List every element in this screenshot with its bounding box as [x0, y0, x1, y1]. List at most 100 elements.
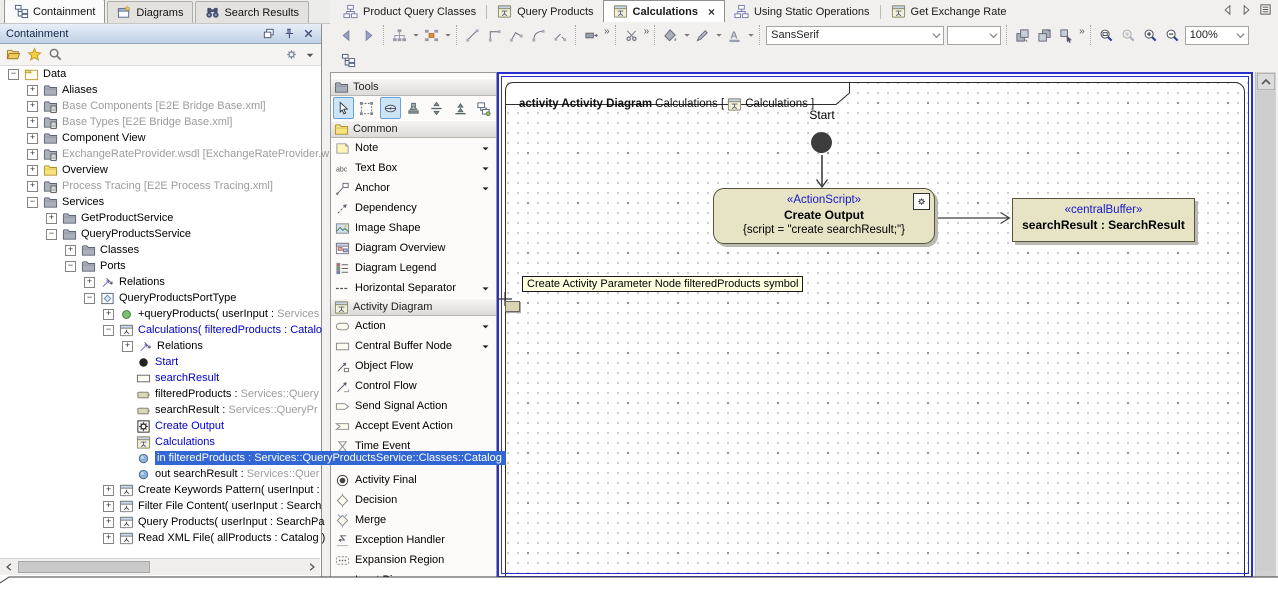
display-mode-button[interactable] [581, 25, 602, 46]
select-related-button[interactable] [1056, 25, 1077, 46]
caret-down-icon[interactable] [682, 31, 691, 39]
expand-icon[interactable]: + [103, 517, 114, 528]
expand-icon[interactable]: + [27, 133, 38, 144]
tree-row[interactable]: −QueryProductsPortType [0, 290, 402, 306]
diagram-tab-get-exchange-rate[interactable]: Get Exchange Rate [882, 1, 1016, 22]
tree-row[interactable]: +Query Products( userInput : SearchPa [0, 514, 421, 530]
cut-scissors-button[interactable] [621, 25, 642, 46]
tree-row[interactable]: +Read XML File( allProducts : Catalog ) [0, 530, 421, 546]
caret-down-icon[interactable] [411, 31, 420, 39]
zoom-in-button[interactable] [1140, 25, 1161, 46]
expand-icon[interactable]: + [27, 117, 38, 128]
tree-row[interactable]: Create Output [0, 418, 440, 434]
caret-down-icon[interactable] [305, 50, 315, 60]
font-family-combo[interactable]: SansSerif [766, 26, 944, 45]
caret-down-icon[interactable] [714, 31, 723, 39]
path-straight-button[interactable] [462, 25, 483, 46]
scrollbar-thumb[interactable] [1257, 91, 1275, 571]
compress-vertical-tool-button[interactable] [426, 97, 447, 119]
scroll-up-button[interactable] [1257, 73, 1275, 90]
overflow-chevron-icon[interactable]: » [1079, 26, 1085, 37]
tree-row[interactable]: +Overview [0, 162, 345, 178]
tree-row[interactable]: +Component View [0, 130, 345, 146]
tree-row[interactable]: +Classes [0, 242, 383, 258]
activity-frame-header[interactable]: activity Activity Diagram Calculations [… [505, 82, 851, 105]
group-remove-button[interactable] [1034, 25, 1055, 46]
vertical-scrollbar[interactable] [1255, 72, 1276, 578]
close-tab-icon[interactable]: × [708, 7, 715, 17]
diagram-tab-query-products[interactable]: Query Products [488, 1, 602, 22]
sticky-path-tool-button[interactable] [380, 97, 401, 119]
diagram-tab-using-static-operations[interactable]: Using Static Operations [725, 1, 879, 22]
zoom-out-button[interactable] [1162, 25, 1183, 46]
tree-row[interactable]: −Services [0, 194, 345, 210]
tree-row[interactable]: −Ports [0, 258, 383, 274]
action-node-create-output[interactable]: «ActionScript» Create Output {script = "… [713, 188, 935, 244]
expand-icon[interactable]: + [103, 309, 114, 320]
path-custom-button[interactable] [550, 25, 571, 46]
tree-row[interactable]: +Relations [0, 274, 402, 290]
layout-quick-button[interactable] [421, 25, 442, 46]
zoom-fit-button[interactable] [1118, 25, 1139, 46]
expand-icon[interactable]: + [27, 101, 38, 112]
expand-icon[interactable]: + [46, 213, 57, 224]
tree-row[interactable]: Calculations [0, 434, 440, 450]
collapse-icon[interactable]: − [103, 325, 114, 336]
collapse-icon[interactable]: − [27, 197, 38, 208]
palette-item-anchor[interactable]: Anchor [331, 178, 496, 198]
expand-icon[interactable]: + [27, 85, 38, 96]
expand-icon[interactable]: + [27, 181, 38, 192]
caret-down-icon[interactable] [481, 184, 490, 193]
scrollbar-thumb[interactable] [18, 561, 150, 573]
font-color-button[interactable]: A [724, 25, 745, 46]
close-panel-icon[interactable] [302, 27, 315, 40]
tree-row[interactable]: filteredProducts : Services::Query [0, 386, 440, 402]
rect-select-tool-button[interactable] [356, 97, 377, 119]
tree-row[interactable]: +Aliases [0, 82, 345, 98]
caret-down-icon[interactable] [481, 144, 490, 153]
path-curved-button[interactable] [528, 25, 549, 46]
horizontal-scrollbar[interactable] [0, 558, 320, 575]
palette-item-expansion-region[interactable]: Expansion Region [331, 550, 496, 570]
tree-row[interactable]: in filteredProducts : Services::QueryPro… [0, 450, 440, 466]
tree-row[interactable]: +Base Types [E2E Bridge Base.xml] [0, 114, 345, 130]
caret-down-icon[interactable] [443, 31, 452, 39]
palette-section-tools[interactable]: Tools [331, 78, 496, 96]
overflow-chevron-icon[interactable]: » [604, 26, 610, 37]
caret-down-icon[interactable] [746, 31, 755, 39]
tree-row[interactable]: +Filter File Content( userInput : Search [0, 498, 421, 514]
diagram-tab-product-query-classes[interactable]: Product Query Classes [334, 1, 485, 22]
tree-row[interactable]: searchResult : Services::QueryPr [0, 402, 440, 418]
central-buffer-node[interactable]: «centralBuffer» searchResult : SearchRes… [1012, 198, 1195, 242]
containment-nav-button[interactable] [338, 50, 359, 71]
tree-row[interactable]: −Calculations( filteredProducts : Catalo [0, 322, 421, 338]
zoom-region-button[interactable] [1096, 25, 1117, 46]
tree-row[interactable]: −Data [0, 66, 326, 82]
group-add-button[interactable] [1012, 25, 1033, 46]
line-color-button[interactable] [692, 25, 713, 46]
collapse-icon[interactable]: − [8, 69, 19, 80]
activity-frame[interactable] [505, 82, 1245, 578]
tree-row[interactable]: out searchResult : Services::Quer [0, 466, 440, 482]
tree-row[interactable]: +Base Components [E2E Bridge Base.xml] [0, 98, 345, 114]
diagram-canvas[interactable]: activity Activity Diagram Calculations [… [497, 72, 1253, 578]
caret-down-icon[interactable] [481, 284, 490, 293]
next-tab-icon[interactable] [1240, 3, 1253, 16]
panel-tab-search-results[interactable]: Search Results [195, 1, 309, 23]
open-folder-icon[interactable] [6, 47, 21, 62]
float-panel-icon[interactable] [262, 27, 275, 40]
tab-list-icon[interactable] [1259, 3, 1272, 16]
fill-color-button[interactable] [660, 25, 681, 46]
panel-tab-containment[interactable]: Containment [4, 0, 105, 23]
palette-item-note[interactable]: Note [331, 138, 496, 158]
path-oblique-button[interactable] [506, 25, 527, 46]
tree-row[interactable]: searchResult [0, 370, 440, 386]
font-size-combo[interactable] [947, 26, 1001, 45]
favorites-star-icon[interactable] [27, 47, 42, 62]
chevron-down-icon[interactable] [986, 30, 1000, 41]
tree-row[interactable]: +GetProductService [0, 210, 364, 226]
caret-down-icon[interactable] [481, 164, 490, 173]
expand-icon[interactable]: + [103, 485, 114, 496]
scroll-left-button[interactable] [1, 560, 16, 574]
diagram-tab-calculations[interactable]: Calculations× [603, 0, 725, 22]
